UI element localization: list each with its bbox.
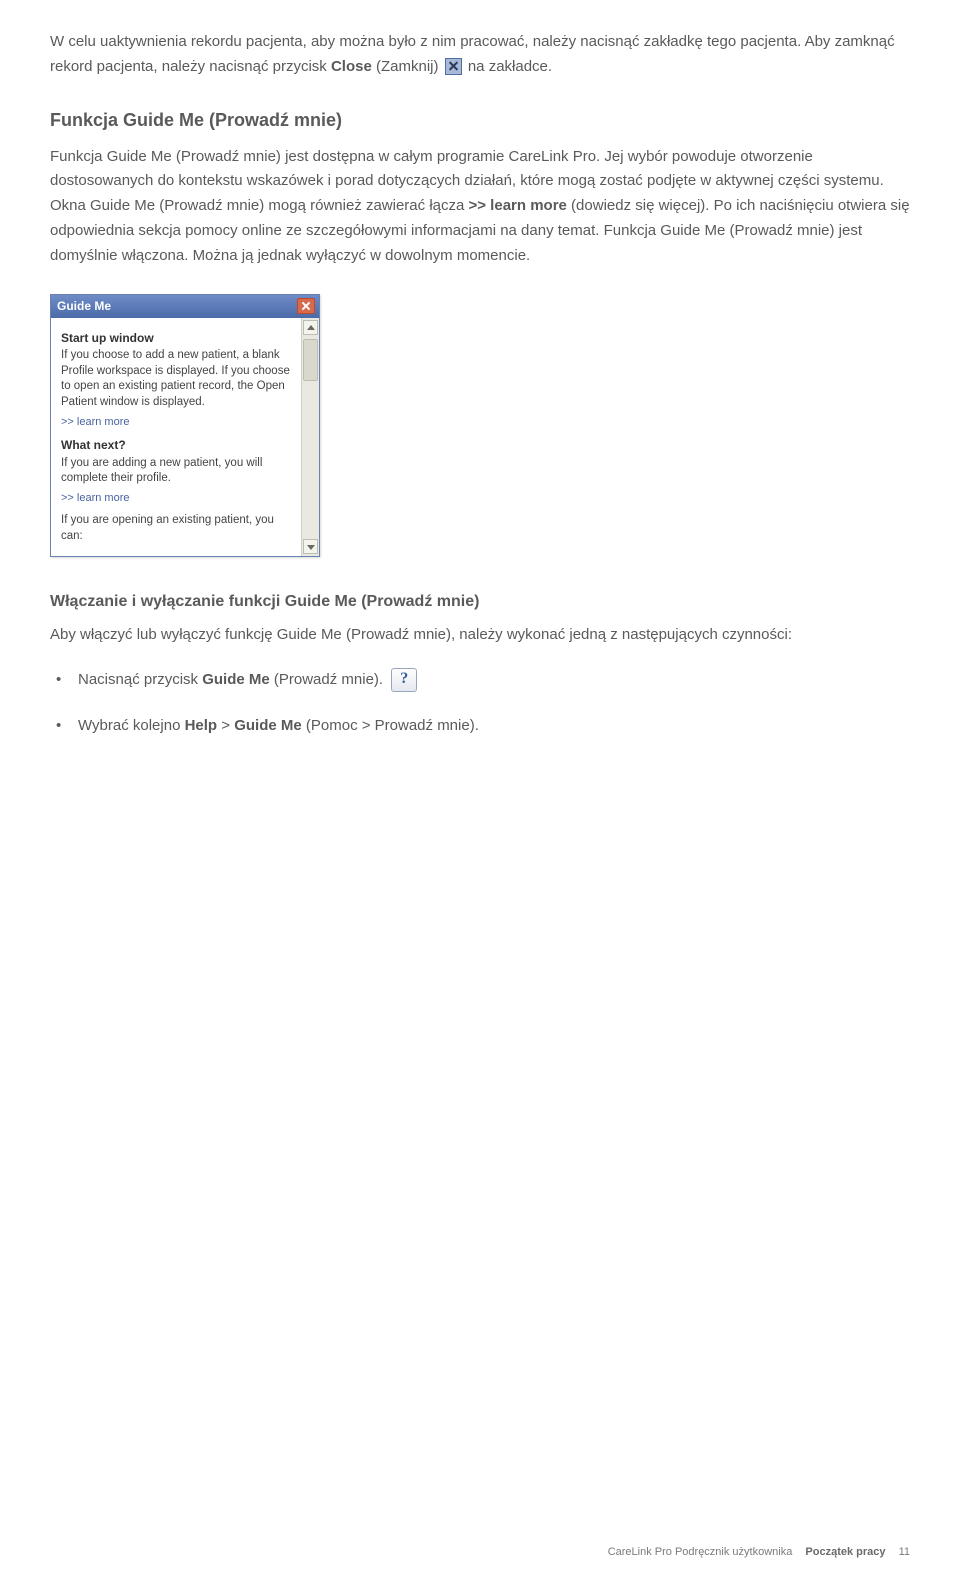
scroll-up-icon[interactable]	[303, 320, 318, 335]
close-icon[interactable]	[297, 298, 315, 314]
heading-toggle-guide-me: Włączanie i wyłączanie funkcji Guide Me …	[50, 593, 910, 611]
text: >	[217, 717, 234, 734]
footer-section: Początek pracy	[805, 1546, 885, 1558]
guide-me-panel: Guide Me Start up window If you choose t…	[50, 294, 320, 557]
bold-text: Help	[185, 717, 218, 734]
guide-me-content: Start up window If you choose to add a n…	[51, 318, 301, 556]
text: Wybrać kolejno	[78, 717, 185, 734]
close-icon	[445, 58, 462, 75]
heading-guide-me: Funkcja Guide Me (Prowadź mnie)	[50, 110, 910, 131]
text: (Prowadź mnie).	[270, 671, 388, 688]
section-title: What next?	[61, 437, 291, 453]
scroll-down-icon[interactable]	[303, 539, 318, 554]
paragraph-guide-me: Funkcja Guide Me (Prowadź mnie) jest dos…	[50, 145, 910, 269]
scroll-thumb[interactable]	[303, 339, 318, 381]
text: (Pomoc > Prowadź mnie).	[302, 717, 479, 734]
list-item: Nacisnąć przycisk Guide Me (Prowadź mnie…	[50, 668, 910, 692]
scrollbar[interactable]	[301, 318, 319, 556]
text: Nacisnąć przycisk	[78, 671, 202, 688]
list-item: Wybrać kolejno Help > Guide Me (Pomoc > …	[50, 714, 910, 737]
guide-me-titlebar[interactable]: Guide Me	[51, 295, 319, 318]
page-footer: CareLink Pro Podręcznik użytkownika Pocz…	[608, 1546, 910, 1558]
section-text: If you choose to add a new patient, a bl…	[61, 348, 291, 410]
section-text: If you are opening an existing patient, …	[61, 513, 291, 544]
footer-doc-title: CareLink Pro Podręcznik użytkownika	[608, 1546, 793, 1558]
bold-text: Guide Me	[202, 671, 270, 688]
learn-more-link[interactable]: >> learn more	[61, 491, 291, 506]
help-icon: ?	[391, 668, 417, 692]
bullet-list: Nacisnąć przycisk Guide Me (Prowadź mnie…	[50, 668, 910, 737]
section-text: If you are adding a new patient, you wil…	[61, 456, 291, 487]
bold-text: Guide Me	[234, 717, 302, 734]
paragraph-toggle-intro: Aby włączyć lub wyłączyć funkcję Guide M…	[50, 623, 910, 648]
text: na zakładce.	[464, 58, 552, 75]
footer-page-number: 11	[899, 1546, 910, 1558]
text: (Zamknij)	[372, 58, 443, 75]
guide-me-title-text: Guide Me	[57, 299, 111, 313]
close-label: Close	[331, 58, 372, 75]
section-title: Start up window	[61, 330, 291, 346]
learn-more-bold: >> learn more	[469, 197, 567, 214]
paragraph-intro: W celu uaktywnienia rekordu pacjenta, ab…	[50, 30, 910, 80]
learn-more-link[interactable]: >> learn more	[61, 415, 291, 430]
